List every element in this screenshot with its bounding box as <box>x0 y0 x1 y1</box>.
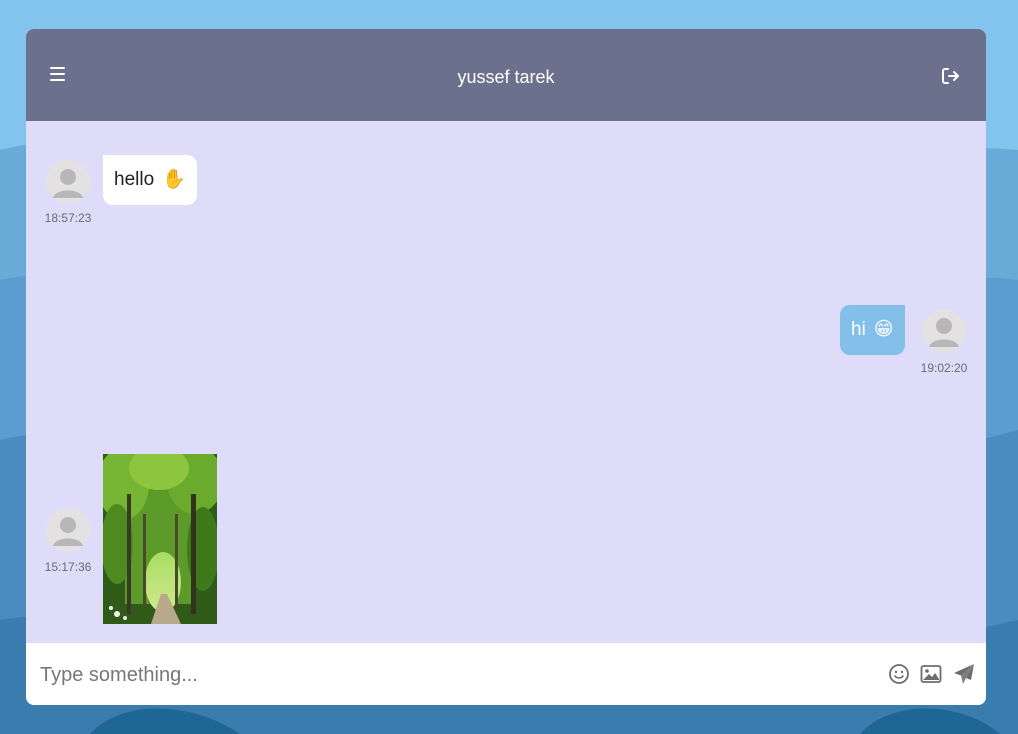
grinning-emoji: 😁 <box>873 319 894 340</box>
user-icon <box>53 517 83 546</box>
attach-image-button[interactable] <box>920 663 942 685</box>
logout-button[interactable] <box>941 66 961 86</box>
message-list: 18:57:23 hello ✋ hi 😁 19:02:20 15:17:36 <box>26 121 986 643</box>
emoji-button[interactable] <box>888 663 910 685</box>
chat-title: yussef tarek <box>457 67 555 87</box>
message-text: hi <box>851 319 866 340</box>
chat-header: yussef tarek <box>26 29 986 121</box>
smiley-icon <box>889 664 909 684</box>
send-icon <box>954 664 974 684</box>
message-bubble[interactable]: hello ✋ <box>103 155 197 205</box>
message-text: hello <box>114 169 155 190</box>
avatar <box>46 508 90 552</box>
message-input[interactable] <box>38 655 862 695</box>
message-timestamp: 19:02:20 <box>920 361 968 375</box>
avatar <box>922 309 966 353</box>
send-button[interactable] <box>953 663 975 685</box>
message-image[interactable] <box>103 454 217 624</box>
message-timestamp: 18:57:23 <box>44 211 92 225</box>
image-icon <box>920 665 942 683</box>
user-icon <box>929 318 959 347</box>
chat-window: yussef tarek 18:57:23 hello ✋ hi 😁 19:02… <box>26 29 986 705</box>
avatar <box>46 160 90 204</box>
logout-icon <box>942 68 959 84</box>
message-timestamp: 15:17:36 <box>44 560 92 574</box>
forest-path-photo <box>103 454 217 624</box>
message-bubble[interactable]: hi 😁 <box>840 305 905 355</box>
raised-hand-emoji: ✋ <box>162 169 186 190</box>
user-icon <box>53 169 83 198</box>
message-composer <box>26 643 986 705</box>
